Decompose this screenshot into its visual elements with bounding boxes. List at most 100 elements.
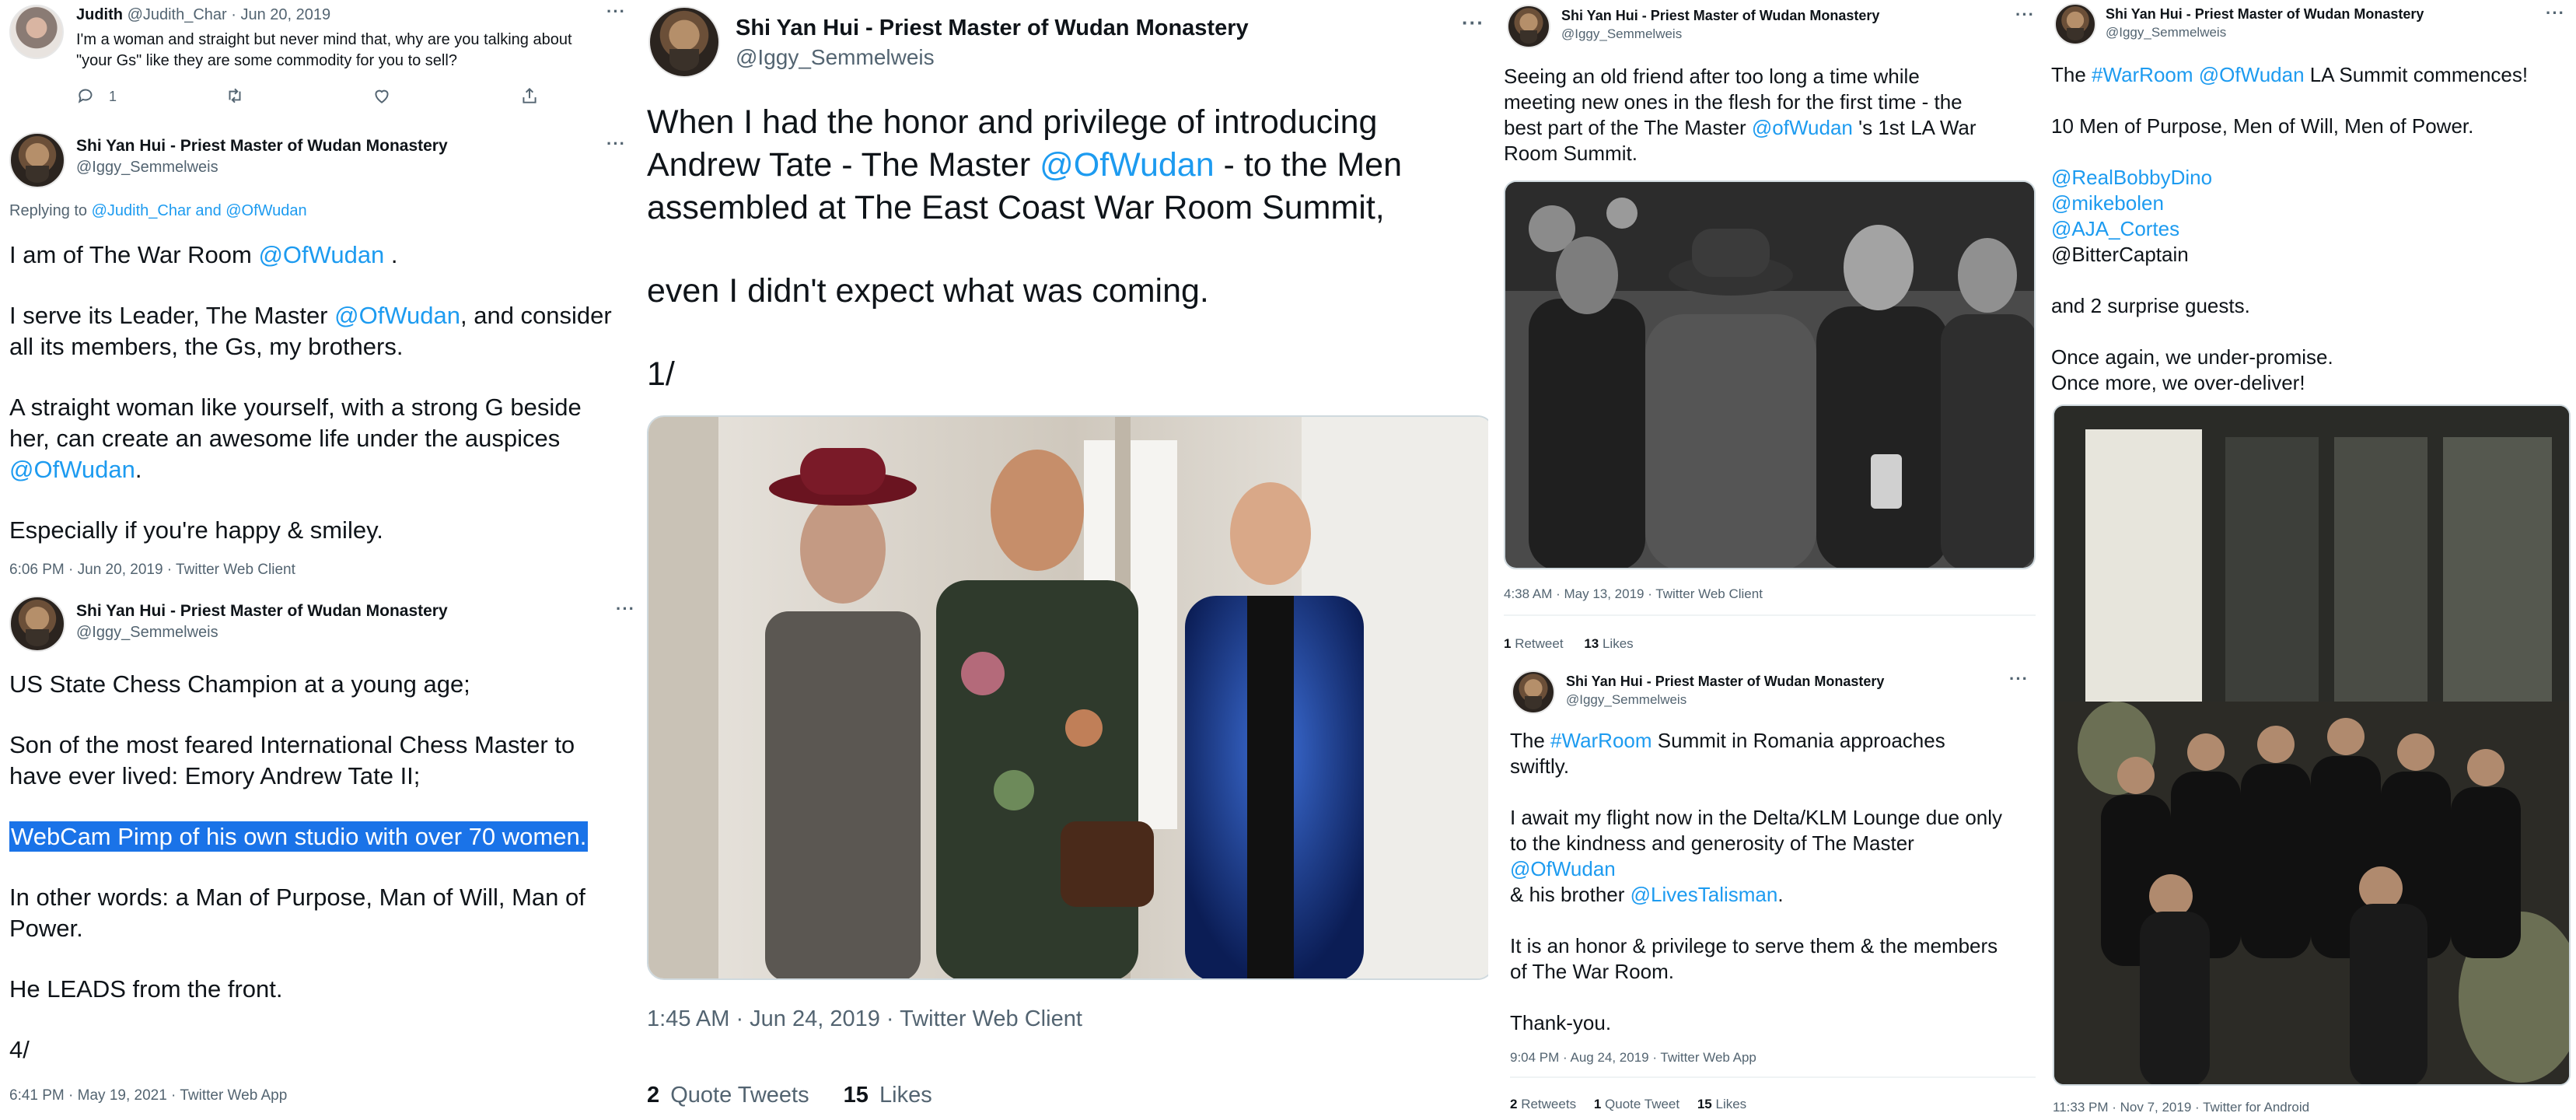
- author-name[interactable]: Shi Yan Hui - Priest Master of Wudan Mon…: [76, 137, 448, 156]
- tweet-timestamp[interactable]: 6:06 PM · Jun 20, 2019 · Twitter Web Cli…: [9, 562, 295, 579]
- tweet-body: When I had the honor and privilege of in…: [647, 101, 1479, 396]
- reply-count: 1: [109, 89, 117, 104]
- paragraph-2: I serve its Leader, The Master @OfWudan,…: [9, 302, 612, 360]
- mention-ofwudan[interactable]: @OfWudan: [258, 241, 384, 268]
- replying-prefix: Replying to: [9, 202, 88, 219]
- author-avatar[interactable]: [9, 596, 65, 652]
- author-avatar[interactable]: [1507, 5, 1550, 48]
- tweet-timestamp[interactable]: 1:45 AM · Jun 24, 2019 · Twitter Web Cli…: [647, 1006, 1082, 1032]
- mentions-list: @RealBobbyDino @mikebolen @AJA_Cortes @B…: [2051, 165, 2572, 268]
- divider: [1504, 614, 2036, 616]
- retweet-label[interactable]: Retweet: [1515, 636, 1563, 651]
- mention-ofwudan[interactable]: @OfWudan: [2199, 63, 2305, 86]
- paragraph-3: and 2 surprise guests.: [2051, 294, 2250, 317]
- more-icon[interactable]: ···: [616, 599, 635, 619]
- judith-avatar[interactable]: [9, 5, 64, 59]
- tweet-body: The #WarRoom @OfWudan LA Summit commence…: [2051, 62, 2572, 396]
- tweet-timestamp[interactable]: 4:38 AM · May 13, 2019 · Twitter Web Cli…: [1504, 586, 1763, 602]
- author-name[interactable]: Shi Yan Hui - Priest Master of Wudan Mon…: [736, 16, 1249, 41]
- replying-to: Replying to @Judith_Char and @OfWudan: [9, 202, 307, 220]
- tweet-col1-second[interactable]: Shi Yan Hui - Priest Master of Wudan Mon…: [0, 590, 638, 1120]
- tweet-timestamp[interactable]: 6:41 PM · May 19, 2021 · Twitter Web App: [9, 1087, 287, 1104]
- author-avatar[interactable]: [9, 132, 65, 188]
- mention-realbobbydino[interactable]: @RealBobbyDino: [2051, 165, 2572, 191]
- author-name[interactable]: Shi Yan Hui - Priest Master of Wudan Mon…: [76, 602, 448, 621]
- author-handle[interactable]: @Iggy_Semmelweis: [2106, 25, 2226, 40]
- like-count: 15: [1697, 1097, 1712, 1111]
- tweet-stats: 1 Retweet 13 Likes: [1504, 636, 1634, 652]
- retweets-count: 2: [1510, 1097, 1518, 1111]
- tweet-col1-first[interactable]: Shi Yan Hui - Priest Master of Wudan Mon…: [0, 124, 638, 591]
- like-label[interactable]: Likes: [1716, 1097, 1747, 1111]
- quote-label[interactable]: Quote Tweets: [670, 1083, 809, 1108]
- column-4: Shi Yan Hui - Priest Master of Wudan Mon…: [2048, 0, 2576, 1120]
- tweet-photo[interactable]: [647, 415, 1488, 980]
- paragraph-1: I am of The War Room @OfWudan .: [9, 241, 398, 268]
- hashtag-warroom[interactable]: #WarRoom: [1550, 729, 1652, 752]
- tweet-col3-first[interactable]: Shi Yan Hui - Priest Master of Wudan Mon…: [1488, 0, 2048, 661]
- judith-name[interactable]: Judith: [76, 6, 123, 23]
- more-icon[interactable]: ···: [1462, 11, 1484, 35]
- mention-ofwudan[interactable]: @OfWudan: [334, 302, 460, 329]
- author-avatar[interactable]: [1512, 670, 1555, 714]
- mention-ofwudan[interactable]: @OfWudan: [9, 456, 135, 483]
- author-handle[interactable]: @Iggy_Semmelweis: [736, 45, 935, 70]
- paragraph-4: Thank-you.: [1510, 1011, 1612, 1034]
- paragraph-3: A straight woman like yourself, with a s…: [9, 394, 582, 483]
- retweet-icon[interactable]: [224, 86, 246, 106]
- retweets-label[interactable]: Retweets: [1521, 1097, 1576, 1111]
- column-2: Shi Yan Hui - Priest Master of Wudan Mon…: [638, 0, 1488, 1120]
- author-avatar[interactable]: [2054, 3, 2096, 45]
- more-icon[interactable]: ···: [2546, 3, 2565, 23]
- judith-actions: 1: [76, 84, 543, 107]
- tweet-photo[interactable]: [1504, 180, 2036, 569]
- mention-livestalisman[interactable]: @LivesTalisman: [1631, 883, 1778, 906]
- photo-three-men: [648, 417, 1488, 978]
- tweet-timestamp[interactable]: 9:04 PM · Aug 24, 2019 · Twitter Web App: [1510, 1050, 1756, 1066]
- more-icon[interactable]: ···: [2009, 669, 2029, 689]
- paragraph-4: Especially if you're happy & smiley.: [9, 516, 383, 544]
- reply-icon[interactable]: [76, 86, 96, 106]
- mention-ofwudan[interactable]: @OfWudan: [1510, 857, 1616, 880]
- like-icon[interactable]: [372, 86, 392, 106]
- paragraph-3: It is an honor & privilege to serve them…: [1510, 934, 1998, 983]
- tweet-col3-second[interactable]: Shi Yan Hui - Priest Master of Wudan Mon…: [1488, 661, 2048, 1120]
- more-icon[interactable]: ···: [2015, 5, 2035, 25]
- author-name[interactable]: Shi Yan Hui - Priest Master of Wudan Mon…: [2106, 6, 2424, 23]
- like-label[interactable]: Likes: [879, 1083, 932, 1108]
- hashtag-warroom[interactable]: #WarRoom: [2092, 63, 2193, 86]
- selected-text[interactable]: WebCam Pimp of his own studio with over …: [9, 821, 589, 852]
- share-icon[interactable]: [519, 86, 540, 106]
- author-handle[interactable]: @Iggy_Semmelweis: [76, 624, 218, 642]
- judith-handle[interactable]: @Judith_Char: [128, 6, 227, 23]
- more-icon[interactable]: ···: [606, 134, 626, 154]
- author-handle[interactable]: @Iggy_Semmelweis: [1566, 692, 1686, 708]
- paragraph-1: US State Chess Champion at a young age;: [9, 670, 470, 698]
- author-name[interactable]: Shi Yan Hui - Priest Master of Wudan Mon…: [1566, 674, 1884, 690]
- author-avatar[interactable]: [648, 6, 720, 78]
- quote-count: 1: [1593, 1097, 1602, 1111]
- author-handle[interactable]: @Iggy_Semmelweis: [1561, 26, 1682, 42]
- like-count: 15: [843, 1083, 869, 1108]
- paragraph-5: He LEADS from the front.: [9, 975, 283, 1003]
- like-label[interactable]: Likes: [1603, 636, 1634, 651]
- mention-ofwudan[interactable]: @ofWudan: [1752, 116, 1853, 139]
- replying-users-link[interactable]: @Judith_Char and @OfWudan: [92, 202, 307, 219]
- paragraph-1: When I had the honor and privilege of in…: [647, 103, 1403, 226]
- paragraph-1: The #WarRoom @OfWudan LA Summit commence…: [2051, 63, 2529, 86]
- judith-date[interactable]: · Jun 20, 2019: [231, 6, 330, 23]
- author-handle[interactable]: @Iggy_Semmelweis: [76, 159, 218, 177]
- tweet-timestamp[interactable]: 11:33 PM · Nov 7, 2019 · Twitter for And…: [2053, 1100, 2309, 1115]
- tweet-body: Seeing an old friend after too long a ti…: [1504, 65, 1977, 165]
- more-icon[interactable]: ···: [606, 2, 626, 22]
- tweet-body: I am of The War Room @OfWudan . I serve …: [9, 240, 631, 546]
- like-count: 13: [1584, 636, 1599, 651]
- tweet-photo[interactable]: [2053, 404, 2571, 1086]
- mention-ofwudan[interactable]: @OfWudan: [1040, 146, 1215, 184]
- author-name[interactable]: Shi Yan Hui - Priest Master of Wudan Mon…: [1561, 8, 1879, 24]
- quote-label[interactable]: Quote Tweet: [1605, 1097, 1679, 1111]
- mention-aja-cortes[interactable]: @AJA_Cortes: [2051, 216, 2572, 242]
- mention-mikebolen[interactable]: @mikebolen: [2051, 191, 2572, 216]
- judith-tweet[interactable]: Judith @Judith_Char · Jun 20, 2019 ··· I…: [0, 0, 638, 117]
- mention-bittercaptain[interactable]: @BitterCaptain: [2051, 242, 2572, 268]
